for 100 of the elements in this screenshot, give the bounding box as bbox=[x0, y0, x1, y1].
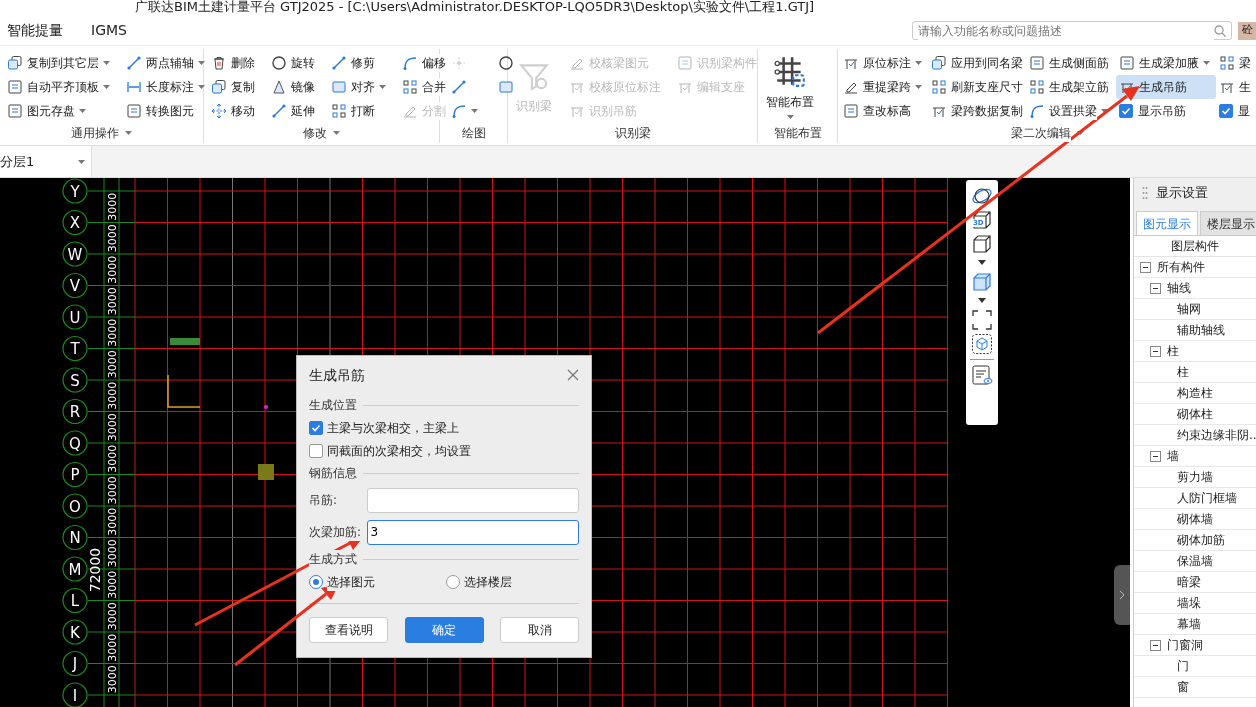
tree-item[interactable]: 砌体柱 bbox=[1177, 405, 1213, 423]
ribbon-button[interactable]: 生 bbox=[1216, 75, 1254, 99]
cube-view-button[interactable] bbox=[969, 333, 995, 355]
tree-item[interactable]: 轴网 bbox=[1177, 300, 1201, 318]
menu-tab[interactable]: IGMS bbox=[88, 20, 130, 41]
panel-tab[interactable]: 图元显示 bbox=[1136, 211, 1198, 235]
ribbon-button[interactable]: 打断 bbox=[328, 99, 389, 123]
checkbox[interactable] bbox=[1119, 104, 1133, 118]
ribbon-button[interactable]: 旋转 bbox=[268, 51, 318, 75]
column-marker bbox=[258, 464, 274, 480]
tree-item[interactable]: 所有构件 bbox=[1157, 258, 1205, 276]
avatar[interactable]: 砼 bbox=[1238, 21, 1256, 40]
dimension-label: 3000 bbox=[105, 507, 119, 536]
tree-item[interactable]: 砌体墙 bbox=[1177, 510, 1213, 528]
caret-icon[interactable] bbox=[978, 260, 986, 265]
group-label: 绘图 bbox=[461, 124, 486, 142]
ribbon-button[interactable]: 生成吊筋 bbox=[1116, 75, 1216, 99]
checkbox[interactable] bbox=[309, 420, 323, 435]
checkbox[interactable] bbox=[1219, 104, 1233, 118]
rectangle-icon bbox=[498, 79, 514, 95]
ribbon-button[interactable]: 智能布置 bbox=[762, 51, 818, 123]
beam-segment bbox=[170, 338, 200, 345]
ribbon-button[interactable]: 生成梁加腋 bbox=[1116, 51, 1216, 75]
ribbon-button[interactable]: 查改标高 bbox=[840, 99, 928, 123]
dialog-button[interactable]: 查看说明 bbox=[309, 617, 388, 643]
radio-button[interactable] bbox=[309, 574, 323, 589]
checkbox[interactable] bbox=[309, 443, 323, 458]
caret-icon bbox=[78, 159, 85, 164]
ribbon-button[interactable]: 原位标注 bbox=[840, 51, 928, 75]
collapse-icon[interactable] bbox=[1140, 261, 1151, 273]
list-eye-view-button[interactable] bbox=[969, 364, 995, 386]
ribbon-button[interactable]: 镜像 bbox=[268, 75, 318, 99]
tree-item[interactable]: 柱 bbox=[1177, 363, 1189, 381]
tree-item[interactable]: 构造柱 bbox=[1177, 384, 1213, 402]
floor-select[interactable]: 分层1 bbox=[0, 146, 92, 177]
tree-item[interactable]: 窗 bbox=[1177, 678, 1189, 696]
document-icon bbox=[677, 55, 693, 71]
collapse-icon[interactable] bbox=[1150, 450, 1161, 462]
ribbon-button[interactable]: 转换图元 bbox=[123, 99, 208, 123]
dimension-label: 3000 bbox=[105, 633, 119, 662]
ribbon-button[interactable]: 图元存盘 bbox=[4, 99, 113, 123]
ribbon-button[interactable]: 修剪 bbox=[328, 51, 389, 75]
tree-item[interactable]: 暗梁 bbox=[1177, 573, 1201, 591]
dialog-button[interactable]: 取消 bbox=[500, 617, 579, 643]
collapse-icon[interactable] bbox=[1150, 282, 1161, 294]
grip-icon[interactable] bbox=[1142, 186, 1148, 200]
search-icon[interactable] bbox=[1214, 24, 1226, 37]
window-title: 广联达BIM土建计量平台 GTJ2025 - [C:\Users\Administrator.DESKTOP-LQO5DR3\Desktop\实验文件\工程1.GTJ] bbox=[135, 0, 815, 14]
ribbon-button[interactable]: 重提梁跨 bbox=[840, 75, 928, 99]
nodes-icon bbox=[1219, 55, 1235, 71]
section-heading: 生成方式 bbox=[309, 550, 357, 568]
collapse-icon[interactable] bbox=[1150, 345, 1161, 357]
caret-icon bbox=[471, 109, 478, 113]
ribbon-button[interactable]: 长度标注 bbox=[123, 75, 208, 99]
line-icon bbox=[451, 79, 467, 95]
ribbon-button[interactable]: 偏移 bbox=[399, 51, 449, 75]
tree-item[interactable]: 幕墙 bbox=[1177, 615, 1201, 633]
tree-item[interactable]: 门 bbox=[1177, 657, 1189, 675]
group-label: 智能布置 bbox=[773, 124, 822, 142]
ribbon-button[interactable]: 移动 bbox=[208, 99, 258, 123]
ribbon-button[interactable]: 设置拱梁 bbox=[1026, 99, 1116, 123]
text-field[interactable] bbox=[366, 487, 579, 513]
point-icon bbox=[451, 55, 467, 71]
tree-item[interactable]: 砌体加筋 bbox=[1177, 531, 1225, 549]
menu-tab[interactable]: 智能提量 bbox=[4, 20, 66, 41]
ribbon-button[interactable]: 对齐 bbox=[328, 75, 389, 99]
tree-item[interactable]: 柱 bbox=[1167, 342, 1179, 360]
axis-bubble: I bbox=[62, 682, 88, 707]
ribbon-button[interactable]: 自动平齐顶板 bbox=[4, 75, 113, 99]
tree-item[interactable]: 门窗洞 bbox=[1167, 636, 1203, 654]
close-button[interactable] bbox=[567, 369, 579, 381]
tree-item[interactable]: 墙 bbox=[1167, 447, 1179, 465]
ribbon-button[interactable]: 延伸 bbox=[268, 99, 318, 123]
dimension-label: 3000 bbox=[105, 318, 119, 347]
tree-item[interactable]: 剪力墙 bbox=[1177, 468, 1213, 486]
ribbon-button[interactable]: 复制到其它层 bbox=[4, 51, 113, 75]
check-icon bbox=[311, 422, 321, 433]
tree-item[interactable]: 人防门框墙 bbox=[1177, 489, 1237, 507]
text-field[interactable]: 3 bbox=[366, 519, 579, 545]
panel-tab[interactable]: 楼层显示 bbox=[1200, 211, 1256, 235]
collapse-handle[interactable] bbox=[1114, 565, 1130, 625]
ribbon-button[interactable]: 合并 bbox=[399, 75, 449, 99]
collapse-icon[interactable] bbox=[1150, 639, 1161, 651]
tree-item[interactable]: 约束边缘非阴.. bbox=[1177, 426, 1256, 444]
tree-item[interactable]: 轴线 bbox=[1167, 279, 1191, 297]
search-field[interactable]: 请输入功能名称或问题描述 bbox=[912, 21, 1232, 40]
tree-item[interactable]: 墙垛 bbox=[1177, 594, 1201, 612]
tree-item[interactable]: 辅助轴线 bbox=[1177, 321, 1225, 339]
frame-view-button[interactable] bbox=[969, 309, 995, 331]
ribbon-button[interactable]: 两点辅轴 bbox=[123, 51, 208, 75]
orbit-view-button[interactable] bbox=[969, 185, 995, 207]
caret-icon[interactable] bbox=[978, 298, 986, 303]
ribbon-button[interactable]: 复制 bbox=[208, 75, 258, 99]
confirm-button[interactable]: 确定 bbox=[404, 617, 484, 643]
radio-button[interactable] bbox=[446, 574, 460, 589]
ribbon-button[interactable]: 梁 bbox=[1216, 51, 1254, 75]
caret-icon bbox=[1203, 61, 1210, 65]
ribbon-button[interactable]: 删除 bbox=[208, 51, 258, 75]
axis-bubble: K bbox=[62, 619, 88, 645]
tree-item[interactable]: 保温墙 bbox=[1177, 552, 1213, 570]
